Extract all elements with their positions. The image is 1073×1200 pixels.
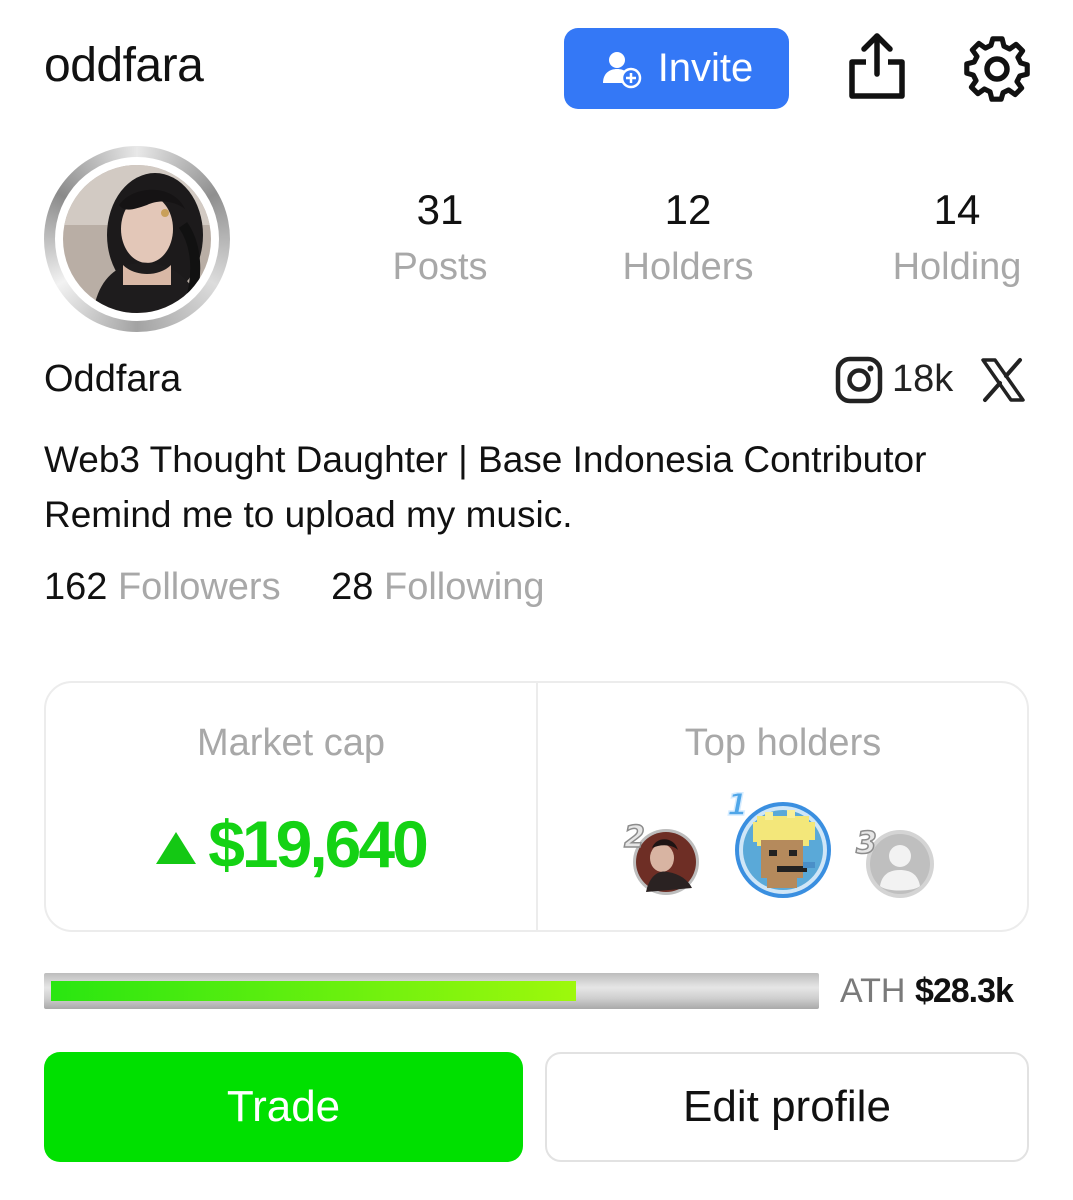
instagram-follower-count: 18k xyxy=(892,358,954,400)
trend-up-icon xyxy=(156,832,197,864)
follow-counts: 162 Followers 28 Following xyxy=(44,566,545,609)
edit-profile-button[interactable]: Edit profile xyxy=(545,1052,1029,1162)
holder-rank: 1 xyxy=(726,787,748,824)
followers-label: Followers xyxy=(117,566,281,608)
bio-line: Web3 Thought Daughter | Base Indonesia C… xyxy=(44,439,927,480)
share-button[interactable] xyxy=(846,30,908,102)
top-holder-1[interactable]: 1 xyxy=(726,787,835,900)
stat-label: Holders xyxy=(622,246,754,288)
add-user-icon xyxy=(602,51,641,88)
followers-count: 162 xyxy=(44,566,108,608)
market-cap-amount: $19,640 xyxy=(208,807,429,881)
top-holders-label: Top holders xyxy=(684,722,882,764)
following-label: Following xyxy=(383,566,545,608)
stat-holders[interactable]: 12 Holders xyxy=(593,186,783,289)
profile-avatar[interactable] xyxy=(44,146,230,332)
settings-button[interactable] xyxy=(963,35,1031,103)
ath-progress-fill xyxy=(51,981,576,1001)
following-count: 28 xyxy=(331,566,374,608)
stat-label: Posts xyxy=(392,246,488,288)
market-cap-value: $19,640 xyxy=(46,806,536,882)
stat-value: 31 xyxy=(416,186,464,233)
following-link[interactable]: 28 Following xyxy=(331,566,544,609)
share-icon xyxy=(849,33,905,99)
card-divider xyxy=(536,683,538,930)
stat-posts[interactable]: 31 Posts xyxy=(345,186,535,289)
market-cap-label: Market cap xyxy=(197,722,385,764)
ath-label: ATH xyxy=(840,972,906,1010)
trade-button[interactable]: Trade xyxy=(44,1052,523,1162)
followers-link[interactable]: 162 Followers xyxy=(44,566,281,609)
ath-progress-bar xyxy=(44,973,819,1009)
holder-rank: 3 xyxy=(855,825,877,862)
x-logo-icon xyxy=(981,358,1025,402)
bio-line: Remind me to upload my music. xyxy=(44,494,573,535)
instagram-icon xyxy=(835,356,883,404)
display-name: Oddfara xyxy=(44,358,182,400)
top-holder-2[interactable]: 2 xyxy=(623,818,704,898)
x-link[interactable] xyxy=(980,357,1026,403)
gear-icon xyxy=(964,36,1030,102)
stat-value: 14 xyxy=(933,186,981,233)
stat-value: 12 xyxy=(664,186,712,233)
username-title: oddfara xyxy=(44,39,204,92)
bio: Web3 Thought Daughter | Base Indonesia C… xyxy=(44,432,1044,542)
holder-rank: 2 xyxy=(623,819,645,856)
top-holder-3[interactable]: 3 xyxy=(855,822,938,900)
ath-value: $28.3k xyxy=(914,972,1014,1010)
ath-readout: ATH $28.3k xyxy=(840,972,1014,1011)
invite-button[interactable]: Invite xyxy=(564,28,789,109)
stat-holding[interactable]: 14 Holding xyxy=(862,186,1052,289)
avatar-photo xyxy=(63,165,211,313)
instagram-link[interactable] xyxy=(835,356,883,404)
invite-label: Invite xyxy=(657,46,754,90)
stat-label: Holding xyxy=(892,246,1022,288)
